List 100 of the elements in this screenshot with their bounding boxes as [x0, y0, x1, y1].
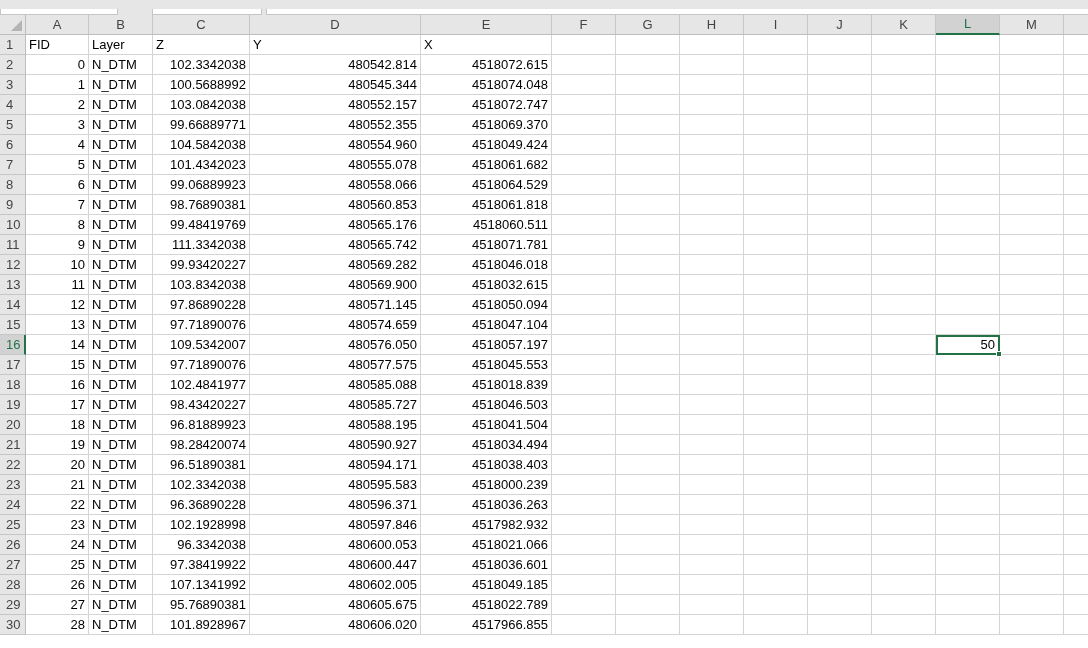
row-header[interactable]: 9	[0, 195, 26, 215]
empty-cell[interactable]	[616, 215, 680, 235]
column-header[interactable]: H	[680, 15, 744, 35]
empty-cell[interactable]	[680, 135, 744, 155]
row-header[interactable]: 18	[0, 375, 26, 395]
empty-cell[interactable]	[744, 455, 808, 475]
empty-cell[interactable]	[680, 275, 744, 295]
row-header[interactable]: 15	[0, 315, 26, 335]
empty-cell[interactable]	[616, 615, 680, 635]
empty-cell[interactable]	[680, 75, 744, 95]
empty-cell[interactable]	[616, 315, 680, 335]
column-header[interactable]: C	[153, 15, 250, 35]
empty-cell[interactable]	[936, 115, 1000, 135]
empty-cell[interactable]	[552, 175, 616, 195]
empty-cell[interactable]	[808, 195, 872, 215]
row-header[interactable]: 24	[0, 495, 26, 515]
row-header[interactable]: 12	[0, 255, 26, 275]
empty-cell[interactable]	[616, 355, 680, 375]
row-header[interactable]: 30	[0, 615, 26, 635]
row-header[interactable]: 21	[0, 435, 26, 455]
empty-cell[interactable]	[936, 535, 1000, 555]
empty-cell[interactable]	[744, 195, 808, 215]
empty-cell[interactable]	[872, 515, 936, 535]
empty-cell[interactable]	[808, 35, 872, 55]
empty-cell[interactable]	[744, 555, 808, 575]
empty-cell[interactable]	[1000, 155, 1064, 175]
column-header[interactable]: M	[1000, 15, 1064, 35]
empty-cell[interactable]	[552, 315, 616, 335]
empty-cell[interactable]	[808, 235, 872, 255]
row-header[interactable]: 6	[0, 135, 26, 155]
empty-cell[interactable]	[616, 255, 680, 275]
empty-cell[interactable]	[872, 215, 936, 235]
empty-cell[interactable]	[872, 475, 936, 495]
empty-cell[interactable]	[744, 135, 808, 155]
empty-cell[interactable]	[552, 535, 616, 555]
empty-cell[interactable]	[872, 435, 936, 455]
empty-cell[interactable]	[1000, 35, 1064, 55]
empty-cell[interactable]	[616, 535, 680, 555]
empty-cell[interactable]	[936, 415, 1000, 435]
empty-cell[interactable]	[744, 35, 808, 55]
empty-cell[interactable]	[872, 155, 936, 175]
empty-cell[interactable]	[680, 495, 744, 515]
empty-cell[interactable]	[744, 575, 808, 595]
empty-cell[interactable]	[808, 595, 872, 615]
empty-cell[interactable]	[808, 515, 872, 535]
empty-cell[interactable]	[1000, 455, 1064, 475]
empty-cell[interactable]	[680, 255, 744, 275]
empty-cell[interactable]	[872, 495, 936, 515]
empty-cell[interactable]	[808, 155, 872, 175]
empty-cell[interactable]	[552, 95, 616, 115]
empty-cell[interactable]	[1000, 95, 1064, 115]
empty-cell[interactable]	[872, 95, 936, 115]
empty-cell[interactable]	[936, 175, 1000, 195]
column-header[interactable]: E	[421, 15, 552, 35]
empty-cell[interactable]	[616, 75, 680, 95]
row-header[interactable]: 27	[0, 555, 26, 575]
empty-cell[interactable]	[1000, 535, 1064, 555]
empty-cell[interactable]	[552, 415, 616, 435]
empty-cell[interactable]	[1000, 435, 1064, 455]
fill-handle[interactable]	[996, 351, 1002, 357]
empty-cell[interactable]	[552, 135, 616, 155]
empty-cell[interactable]	[936, 75, 1000, 95]
empty-cell[interactable]	[808, 615, 872, 635]
empty-cell[interactable]	[936, 555, 1000, 575]
empty-cell[interactable]	[808, 215, 872, 235]
name-box[interactable]	[0, 9, 118, 15]
empty-cell[interactable]	[1000, 255, 1064, 275]
empty-cell[interactable]	[1000, 195, 1064, 215]
empty-cell[interactable]	[744, 335, 808, 355]
empty-cell[interactable]	[808, 335, 872, 355]
empty-cell[interactable]	[680, 535, 744, 555]
empty-cell[interactable]	[552, 295, 616, 315]
empty-cell[interactable]	[680, 515, 744, 535]
empty-cell[interactable]	[744, 595, 808, 615]
empty-cell[interactable]	[1000, 275, 1064, 295]
empty-cell[interactable]	[680, 595, 744, 615]
empty-cell[interactable]	[744, 95, 808, 115]
empty-cell[interactable]	[744, 55, 808, 75]
empty-cell[interactable]	[872, 55, 936, 75]
empty-cell[interactable]	[744, 495, 808, 515]
empty-cell[interactable]	[936, 55, 1000, 75]
empty-cell[interactable]	[808, 75, 872, 95]
empty-cell[interactable]	[1000, 175, 1064, 195]
empty-cell[interactable]	[744, 475, 808, 495]
empty-cell[interactable]	[680, 55, 744, 75]
empty-cell[interactable]	[1000, 595, 1064, 615]
empty-cell[interactable]	[808, 375, 872, 395]
empty-cell[interactable]	[616, 195, 680, 215]
empty-cell[interactable]	[936, 395, 1000, 415]
empty-cell[interactable]	[936, 35, 1000, 55]
empty-cell[interactable]	[616, 395, 680, 415]
column-header[interactable]: D	[250, 15, 421, 35]
empty-cell[interactable]	[808, 255, 872, 275]
empty-cell[interactable]	[616, 295, 680, 315]
empty-cell[interactable]	[808, 295, 872, 315]
row-header[interactable]: 26	[0, 535, 26, 555]
row-header[interactable]: 3	[0, 75, 26, 95]
empty-cell[interactable]	[616, 115, 680, 135]
row-header[interactable]: 22	[0, 455, 26, 475]
empty-cell[interactable]	[552, 335, 616, 355]
